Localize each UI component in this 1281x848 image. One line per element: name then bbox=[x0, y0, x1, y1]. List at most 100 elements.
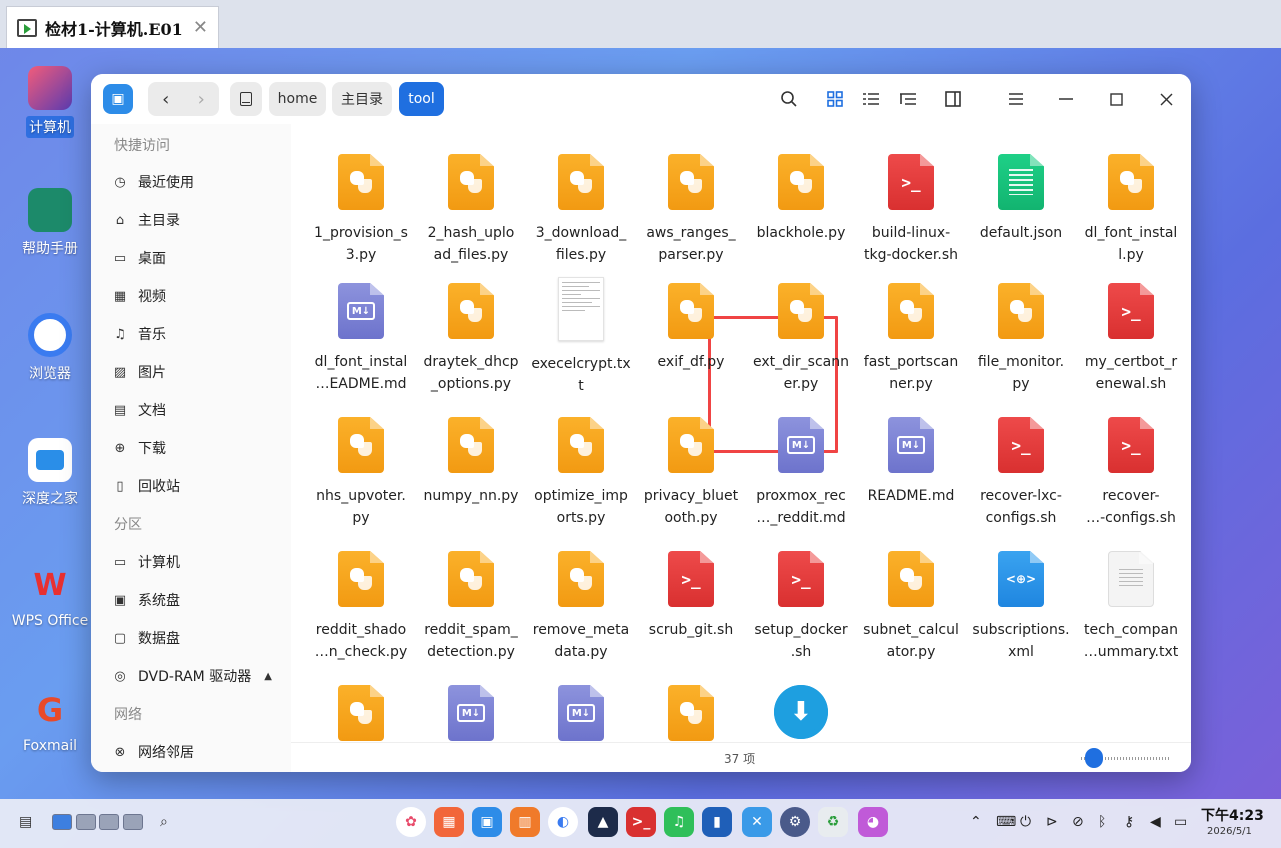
file-item[interactable]: M↓ README.md bbox=[861, 417, 961, 507]
multitask-icon[interactable]: ▦ bbox=[434, 807, 464, 837]
media-icon[interactable]: ⊳ bbox=[1046, 814, 1058, 830]
file-item[interactable]: draytek_dhcp _options.py bbox=[421, 283, 521, 395]
desktop-icon-browser[interactable]: 浏览器 bbox=[0, 313, 100, 383]
tray-expand-icon[interactable]: ⌃ bbox=[970, 814, 982, 830]
editor-dock-icon[interactable]: ▮ bbox=[702, 807, 732, 837]
file-item[interactable]: >_ scrub_git.sh bbox=[641, 551, 741, 641]
file-item[interactable]: >_ recover- …-configs.sh bbox=[1081, 417, 1181, 529]
sidebar-item-system-disk[interactable]: ▣ 系统盘 bbox=[112, 585, 282, 615]
taskbar-search-icon[interactable]: ⌕ bbox=[160, 814, 168, 830]
file-item[interactable]: M↓ dl_font_instal …EADME.md bbox=[311, 283, 411, 395]
file-item[interactable]: execelcrypt.tx t bbox=[531, 277, 631, 397]
zoom-slider-handle[interactable] bbox=[1085, 748, 1103, 768]
file-item[interactable]: >_ build-linux-tkg-docker.sh bbox=[861, 154, 961, 266]
file-item[interactable]: optimize_imp orts.py bbox=[531, 417, 631, 529]
file-item[interactable] bbox=[311, 685, 411, 742]
list-view-icon[interactable] bbox=[860, 88, 882, 110]
file-item[interactable]: reddit_spam_ detection.py bbox=[421, 551, 521, 663]
vm-tab[interactable]: 检材1-计算机.E01 ✕ bbox=[6, 6, 219, 48]
file-item[interactable]: tech_compan …ummary.txt bbox=[1081, 551, 1181, 663]
sidebar-item-home[interactable]: ⌂ 主目录 bbox=[112, 205, 282, 235]
toggle-icon[interactable]: ▭ bbox=[1174, 814, 1187, 830]
maximize-icon[interactable] bbox=[1105, 88, 1127, 110]
breadcrumb-main-directory[interactable]: 主目录 bbox=[332, 82, 392, 116]
sidebar-item-recent[interactable]: ◷ 最近使用 bbox=[112, 167, 282, 197]
file-item[interactable]: 1_provision_s 3.py bbox=[311, 154, 411, 266]
sidebar-item-computer[interactable]: ▭ 计算机 bbox=[112, 547, 282, 577]
sidebar-item-downloads[interactable]: ⊕ 下载 bbox=[112, 433, 282, 463]
icon-view-icon[interactable] bbox=[824, 88, 846, 110]
desktop-icon-app-store[interactable]: 深度之家 bbox=[0, 438, 100, 508]
minimize-icon[interactable] bbox=[1055, 88, 1077, 110]
desktop-icon-manual[interactable]: 帮助手册 bbox=[0, 188, 100, 258]
vm-tab-close-icon[interactable]: ✕ bbox=[193, 17, 208, 38]
file-item[interactable]: file_monitor. py bbox=[971, 283, 1071, 395]
file-item[interactable]: M↓ bbox=[421, 685, 521, 742]
file-item[interactable]: M↓ bbox=[531, 685, 631, 742]
workspace-1[interactable] bbox=[52, 814, 72, 830]
trash-dock-icon[interactable]: ♻ bbox=[818, 807, 848, 837]
file-item[interactable]: reddit_shado …n_check.py bbox=[311, 551, 411, 663]
file-item[interactable]: numpy_nn.py bbox=[421, 417, 521, 507]
file-item[interactable]: dl_font_instal l.py bbox=[1081, 154, 1181, 266]
file-item[interactable]: M↓ proxmox_rec …_reddit.md bbox=[751, 417, 851, 529]
file-manager-dock-icon[interactable]: ▣ bbox=[472, 807, 502, 837]
desktop-icon-wps[interactable]: W WPS Office bbox=[0, 563, 100, 630]
music-dock-icon[interactable]: ♫ bbox=[664, 807, 694, 837]
sidebar-item-documents[interactable]: ▤ 文档 bbox=[112, 395, 282, 425]
close-icon[interactable] bbox=[1155, 88, 1177, 110]
forward-button[interactable]: › bbox=[184, 82, 220, 116]
file-item[interactable]: subnet_calcul ator.py bbox=[861, 551, 961, 663]
desktop-icon-computer[interactable]: 计算机 bbox=[0, 66, 100, 138]
settings-dock-icon[interactable]: ⚙ bbox=[780, 807, 810, 837]
file-item[interactable]: 2_hash_uplo ad_files.py bbox=[421, 154, 521, 266]
workspace-3[interactable] bbox=[99, 814, 119, 830]
file-item[interactable]: >_ recover-lxc-configs.sh bbox=[971, 417, 1071, 529]
desktop-icon-foxmail[interactable]: G Foxmail bbox=[0, 688, 100, 754]
eject-icon[interactable]: ▲ bbox=[264, 671, 272, 682]
file-item[interactable]: privacy_bluet ooth.py bbox=[641, 417, 741, 529]
key-icon[interactable]: ⚷ bbox=[1124, 814, 1134, 830]
file-item[interactable]: 3_download_ files.py bbox=[531, 154, 631, 266]
volume-icon[interactable]: ◀ bbox=[1150, 814, 1161, 830]
file-item[interactable]: fast_portscan ner.py bbox=[861, 283, 961, 395]
file-item[interactable]: >_ my_certbot_r enewal.sh bbox=[1081, 283, 1181, 395]
tree-view-icon[interactable] bbox=[897, 88, 919, 110]
sidebar-item-videos[interactable]: ▦ 视频 bbox=[112, 281, 282, 311]
search-icon[interactable] bbox=[778, 88, 800, 110]
back-button[interactable]: ‹ bbox=[148, 82, 184, 116]
file-item[interactable]: exif_df.py bbox=[641, 283, 741, 373]
file-item[interactable]: ⬇ bbox=[751, 685, 851, 742]
workspace-4[interactable] bbox=[123, 814, 143, 830]
sidebar-item-desktop[interactable]: ▭ 桌面 bbox=[112, 243, 282, 273]
clock-time[interactable]: 下午4:23 bbox=[1201, 805, 1264, 825]
breadcrumb-home[interactable]: home bbox=[269, 82, 326, 116]
file-item[interactable]: <⊕> subscriptions. xml bbox=[971, 551, 1071, 663]
file-item[interactable]: ext_dir_scann er.py bbox=[751, 283, 851, 395]
file-item[interactable]: aws_ranges_ parser.py bbox=[641, 154, 741, 266]
browser-dock-icon[interactable]: ◐ bbox=[548, 807, 578, 837]
deepin-dock-icon[interactable]: ▲ bbox=[588, 807, 618, 837]
workspace-2[interactable] bbox=[76, 814, 96, 830]
notes-icon[interactable]: ▤ bbox=[19, 814, 32, 830]
file-item[interactable]: default.json bbox=[971, 154, 1071, 244]
sidebar-item-network-neighborhood[interactable]: ⊗ 网络邻居 bbox=[112, 737, 282, 767]
file-item[interactable]: remove_meta data.py bbox=[531, 551, 631, 663]
terminal-dock-icon[interactable]: >_ bbox=[626, 807, 656, 837]
power-icon[interactable]: ⏻ bbox=[1020, 814, 1031, 830]
menu-icon[interactable] bbox=[1005, 88, 1027, 110]
sidebar-item-trash[interactable]: ▯ 回收站 bbox=[112, 471, 282, 501]
details-panel-icon[interactable] bbox=[942, 88, 964, 110]
sidebar-item-music[interactable]: ♫ 音乐 bbox=[112, 319, 282, 349]
sidebar-item-data-disk[interactable]: ▢ 数据盘 bbox=[112, 623, 282, 653]
bluetooth-icon[interactable]: ᛒ bbox=[1098, 814, 1106, 830]
sidebar-item-pictures[interactable]: ▨ 图片 bbox=[112, 357, 282, 387]
file-item[interactable]: >_ setup_docker .sh bbox=[751, 551, 851, 663]
keyboard-icon[interactable]: ⌨ bbox=[996, 814, 1016, 830]
breadcrumb-disk-button[interactable] bbox=[230, 82, 262, 116]
app-store-dock-icon[interactable]: ▥ bbox=[510, 807, 540, 837]
control-center-dock-icon[interactable]: ✕ bbox=[742, 807, 772, 837]
launcher-icon[interactable]: ✿ bbox=[396, 807, 426, 837]
breadcrumb-tool[interactable]: tool bbox=[399, 82, 444, 116]
file-item[interactable]: blackhole.py bbox=[751, 154, 851, 244]
